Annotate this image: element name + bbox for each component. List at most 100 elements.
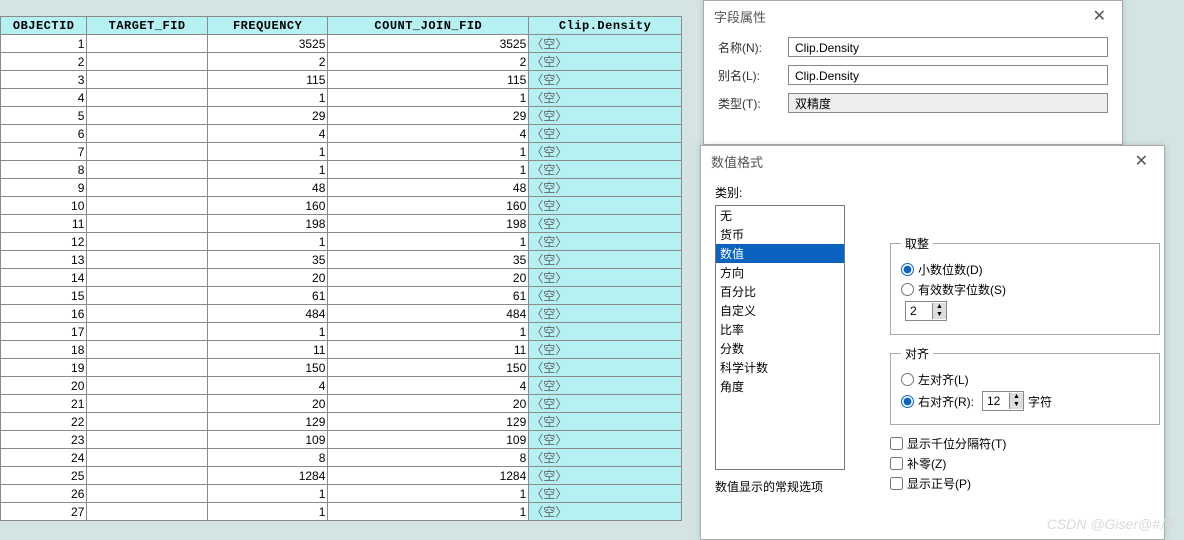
- table-row[interactable]: 1711〈空〉: [1, 323, 682, 341]
- cell-frequency[interactable]: 4: [207, 125, 328, 143]
- table-row[interactable]: 23109109〈空〉: [1, 431, 682, 449]
- cell-target-fid[interactable]: [87, 449, 208, 467]
- table-row[interactable]: 181111〈空〉: [1, 341, 682, 359]
- cell-clip-density[interactable]: 〈空〉: [529, 287, 682, 305]
- decimal-places-spinner[interactable]: 2 ▲▼: [905, 301, 947, 321]
- cell-objectid[interactable]: 18: [1, 341, 87, 359]
- table-row[interactable]: 135253525〈空〉: [1, 35, 682, 53]
- cell-frequency[interactable]: 1: [207, 143, 328, 161]
- cell-count-join-fid[interactable]: 20: [328, 269, 529, 287]
- cell-target-fid[interactable]: [87, 161, 208, 179]
- cell-target-fid[interactable]: [87, 431, 208, 449]
- cell-count-join-fid[interactable]: 1: [328, 503, 529, 521]
- table-row[interactable]: 2512841284〈空〉: [1, 467, 682, 485]
- close-icon[interactable]: ✕: [1087, 6, 1112, 26]
- cell-objectid[interactable]: 7: [1, 143, 87, 161]
- cell-count-join-fid[interactable]: 1: [328, 233, 529, 251]
- cell-target-fid[interactable]: [87, 179, 208, 197]
- cell-clip-density[interactable]: 〈空〉: [529, 35, 682, 53]
- cell-frequency[interactable]: 48: [207, 179, 328, 197]
- cell-frequency[interactable]: 129: [207, 413, 328, 431]
- cell-objectid[interactable]: 5: [1, 107, 87, 125]
- cell-frequency[interactable]: 1284: [207, 467, 328, 485]
- col-frequency[interactable]: FREQUENCY: [207, 17, 328, 35]
- cell-count-join-fid[interactable]: 1: [328, 161, 529, 179]
- cell-objectid[interactable]: 13: [1, 251, 87, 269]
- cell-count-join-fid[interactable]: 1284: [328, 467, 529, 485]
- cell-target-fid[interactable]: [87, 395, 208, 413]
- cell-count-join-fid[interactable]: 2: [328, 53, 529, 71]
- cell-clip-density[interactable]: 〈空〉: [529, 179, 682, 197]
- cell-count-join-fid[interactable]: 150: [328, 359, 529, 377]
- radio-right-align[interactable]: [901, 395, 914, 408]
- cell-clip-density[interactable]: 〈空〉: [529, 449, 682, 467]
- cell-target-fid[interactable]: [87, 323, 208, 341]
- cell-target-fid[interactable]: [87, 125, 208, 143]
- cell-clip-density[interactable]: 〈空〉: [529, 71, 682, 89]
- col-clip-density[interactable]: Clip.Density: [529, 17, 682, 35]
- checkbox-thousands-separator[interactable]: [890, 437, 903, 450]
- checkbox-pad-zeros[interactable]: [890, 457, 903, 470]
- cell-clip-density[interactable]: 〈空〉: [529, 197, 682, 215]
- cell-count-join-fid[interactable]: 1: [328, 89, 529, 107]
- cell-objectid[interactable]: 6: [1, 125, 87, 143]
- cell-objectid[interactable]: 21: [1, 395, 87, 413]
- alias-input[interactable]: Clip.Density: [788, 65, 1108, 85]
- cell-objectid[interactable]: 25: [1, 467, 87, 485]
- cell-count-join-fid[interactable]: 198: [328, 215, 529, 233]
- cell-count-join-fid[interactable]: 29: [328, 107, 529, 125]
- checkbox-show-plus[interactable]: [890, 477, 903, 490]
- cell-clip-density[interactable]: 〈空〉: [529, 467, 682, 485]
- cell-clip-density[interactable]: 〈空〉: [529, 485, 682, 503]
- cell-clip-density[interactable]: 〈空〉: [529, 143, 682, 161]
- table-row[interactable]: 411〈空〉: [1, 89, 682, 107]
- cell-target-fid[interactable]: [87, 233, 208, 251]
- cell-frequency[interactable]: 150: [207, 359, 328, 377]
- cell-clip-density[interactable]: 〈空〉: [529, 503, 682, 521]
- category-item[interactable]: 自定义: [716, 301, 844, 320]
- cell-objectid[interactable]: 19: [1, 359, 87, 377]
- cell-frequency[interactable]: 8: [207, 449, 328, 467]
- category-item[interactable]: 方向: [716, 263, 844, 282]
- cell-frequency[interactable]: 109: [207, 431, 328, 449]
- cell-count-join-fid[interactable]: 4: [328, 377, 529, 395]
- table-row[interactable]: 3115115〈空〉: [1, 71, 682, 89]
- cell-objectid[interactable]: 24: [1, 449, 87, 467]
- cell-frequency[interactable]: 115: [207, 71, 328, 89]
- cell-objectid[interactable]: 16: [1, 305, 87, 323]
- category-item[interactable]: 角度: [716, 377, 844, 396]
- col-count-join-fid[interactable]: COUNT_JOIN_FID: [328, 17, 529, 35]
- cell-objectid[interactable]: 26: [1, 485, 87, 503]
- cell-clip-density[interactable]: 〈空〉: [529, 89, 682, 107]
- cell-objectid[interactable]: 4: [1, 89, 87, 107]
- cell-objectid[interactable]: 9: [1, 179, 87, 197]
- cell-clip-density[interactable]: 〈空〉: [529, 125, 682, 143]
- cell-count-join-fid[interactable]: 3525: [328, 35, 529, 53]
- cell-objectid[interactable]: 1: [1, 35, 87, 53]
- cell-clip-density[interactable]: 〈空〉: [529, 233, 682, 251]
- category-item[interactable]: 货币: [716, 225, 844, 244]
- cell-frequency[interactable]: 1: [207, 485, 328, 503]
- cell-frequency[interactable]: 1: [207, 89, 328, 107]
- cell-target-fid[interactable]: [87, 143, 208, 161]
- radio-decimal-places[interactable]: [901, 263, 914, 276]
- right-align-chars-spinner[interactable]: 12 ▲▼: [982, 391, 1024, 411]
- table-row[interactable]: 52929〈空〉: [1, 107, 682, 125]
- cell-clip-density[interactable]: 〈空〉: [529, 359, 682, 377]
- cell-count-join-fid[interactable]: 61: [328, 287, 529, 305]
- cell-frequency[interactable]: 4: [207, 377, 328, 395]
- cell-frequency[interactable]: 61: [207, 287, 328, 305]
- cell-objectid[interactable]: 15: [1, 287, 87, 305]
- spinner-down-icon[interactable]: ▼: [932, 311, 946, 319]
- category-item[interactable]: 科学计数: [716, 358, 844, 377]
- table-row[interactable]: 22129129〈空〉: [1, 413, 682, 431]
- cell-objectid[interactable]: 27: [1, 503, 87, 521]
- col-objectid[interactable]: OBJECTID: [1, 17, 87, 35]
- table-row[interactable]: 156161〈空〉: [1, 287, 682, 305]
- cell-objectid[interactable]: 3: [1, 71, 87, 89]
- cell-frequency[interactable]: 1: [207, 161, 328, 179]
- cell-target-fid[interactable]: [87, 89, 208, 107]
- category-item[interactable]: 分数: [716, 339, 844, 358]
- cell-frequency[interactable]: 29: [207, 107, 328, 125]
- cell-target-fid[interactable]: [87, 413, 208, 431]
